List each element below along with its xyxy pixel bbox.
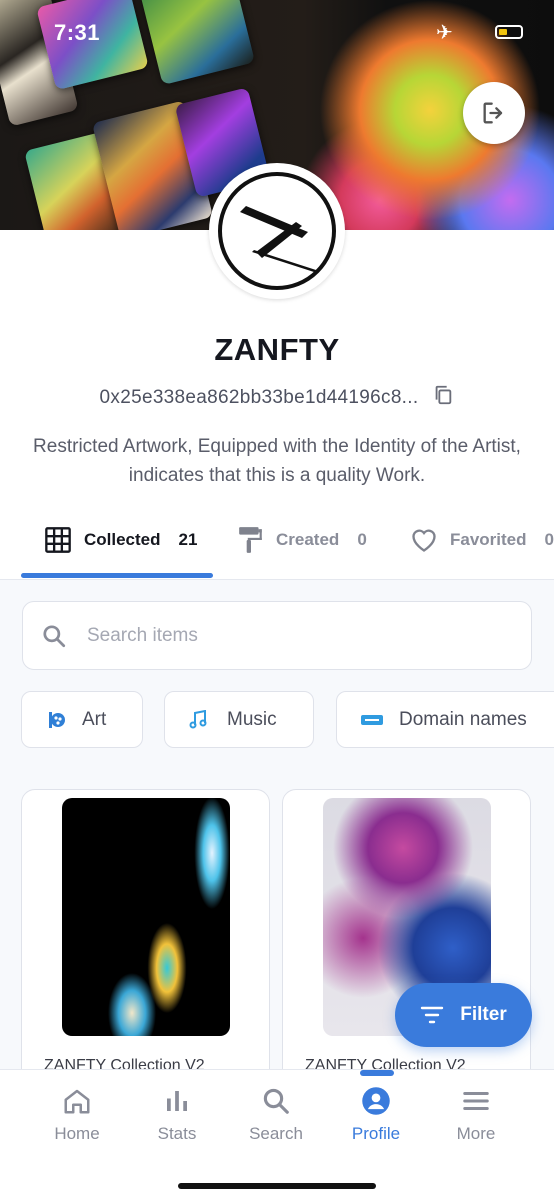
wallet-address: 0x25e338ea862bb33be1d44196c8... xyxy=(99,386,419,408)
battery-icon xyxy=(495,25,523,39)
nav-home[interactable]: Home xyxy=(27,1086,127,1144)
tab-favorited[interactable]: Favorited 0 xyxy=(410,510,554,570)
nav-label: Home xyxy=(54,1124,100,1143)
tab-count: 0 xyxy=(357,530,367,549)
chip-label: Art xyxy=(82,708,107,730)
art-icon xyxy=(49,711,65,728)
profile-name: ZANFTY xyxy=(214,332,340,367)
tab-count: 21 xyxy=(178,530,198,549)
filter-label: Filter xyxy=(460,1004,507,1025)
nft-image xyxy=(62,798,230,1036)
nav-label: Stats xyxy=(157,1124,197,1143)
grid-icon xyxy=(45,527,71,553)
bottom-navigation: Home Stats Search Profile More xyxy=(0,1069,554,1200)
tab-collected[interactable]: Collected 21 xyxy=(44,510,197,570)
nav-label: Search xyxy=(249,1124,303,1143)
zanfty-logo-icon xyxy=(218,172,336,290)
banner-artwork-card xyxy=(139,0,256,86)
logout-icon xyxy=(483,102,503,124)
avatar[interactable] xyxy=(209,163,345,299)
menu-icon xyxy=(463,1092,489,1110)
category-chip-music[interactable]: Music xyxy=(164,691,314,748)
tab-created[interactable]: Created 0 xyxy=(238,510,367,570)
profile-icon xyxy=(362,1087,390,1115)
tab-label: Collected xyxy=(84,530,161,549)
status-time: 7:31 xyxy=(54,20,101,45)
nft-card[interactable]: ZANFTY Collection V2 xyxy=(21,789,270,1070)
category-chip-art[interactable]: Art xyxy=(21,691,143,748)
search-icon xyxy=(43,624,66,647)
search-icon xyxy=(263,1088,289,1114)
home-icon xyxy=(64,1089,90,1114)
home-indicator xyxy=(178,1183,376,1189)
search-input[interactable] xyxy=(87,624,487,647)
tab-label: Favorited xyxy=(450,530,527,549)
paint-roller-icon xyxy=(239,527,262,553)
search-box[interactable] xyxy=(22,601,532,670)
tab-count: 0 xyxy=(544,530,554,549)
profile-tabs: Collected 21 Created 0 Favorited 0 xyxy=(0,510,554,580)
copy-button[interactable] xyxy=(432,384,454,411)
domain-icon xyxy=(361,714,383,725)
tab-label: Created xyxy=(276,530,340,549)
active-tab-indicator xyxy=(21,573,213,578)
filter-button[interactable]: Filter xyxy=(395,983,532,1047)
nav-more[interactable]: More xyxy=(426,1086,526,1144)
copy-icon xyxy=(436,385,452,405)
wallet-row: 0x25e338ea862bb33be1d44196c8... xyxy=(0,384,554,411)
nav-stats[interactable]: Stats xyxy=(127,1086,227,1144)
nav-label: Profile xyxy=(351,1124,401,1143)
nav-label: More xyxy=(456,1124,496,1143)
filter-icon xyxy=(421,1006,444,1024)
heart-icon xyxy=(412,529,436,552)
active-nav-indicator xyxy=(360,1070,394,1076)
airplane-mode-icon: ✈ xyxy=(436,22,453,44)
profile-bio: Restricted Artwork, Equipped with the Id… xyxy=(33,436,521,486)
chip-label: Domain names xyxy=(399,708,527,730)
chip-label: Music xyxy=(227,708,277,730)
nav-profile[interactable]: Profile xyxy=(326,1086,426,1144)
logout-button[interactable] xyxy=(463,82,525,144)
music-icon xyxy=(189,709,207,728)
category-chip-domain-names[interactable]: Domain names xyxy=(336,691,554,748)
nav-search[interactable]: Search xyxy=(226,1086,326,1144)
stats-icon xyxy=(167,1091,187,1111)
